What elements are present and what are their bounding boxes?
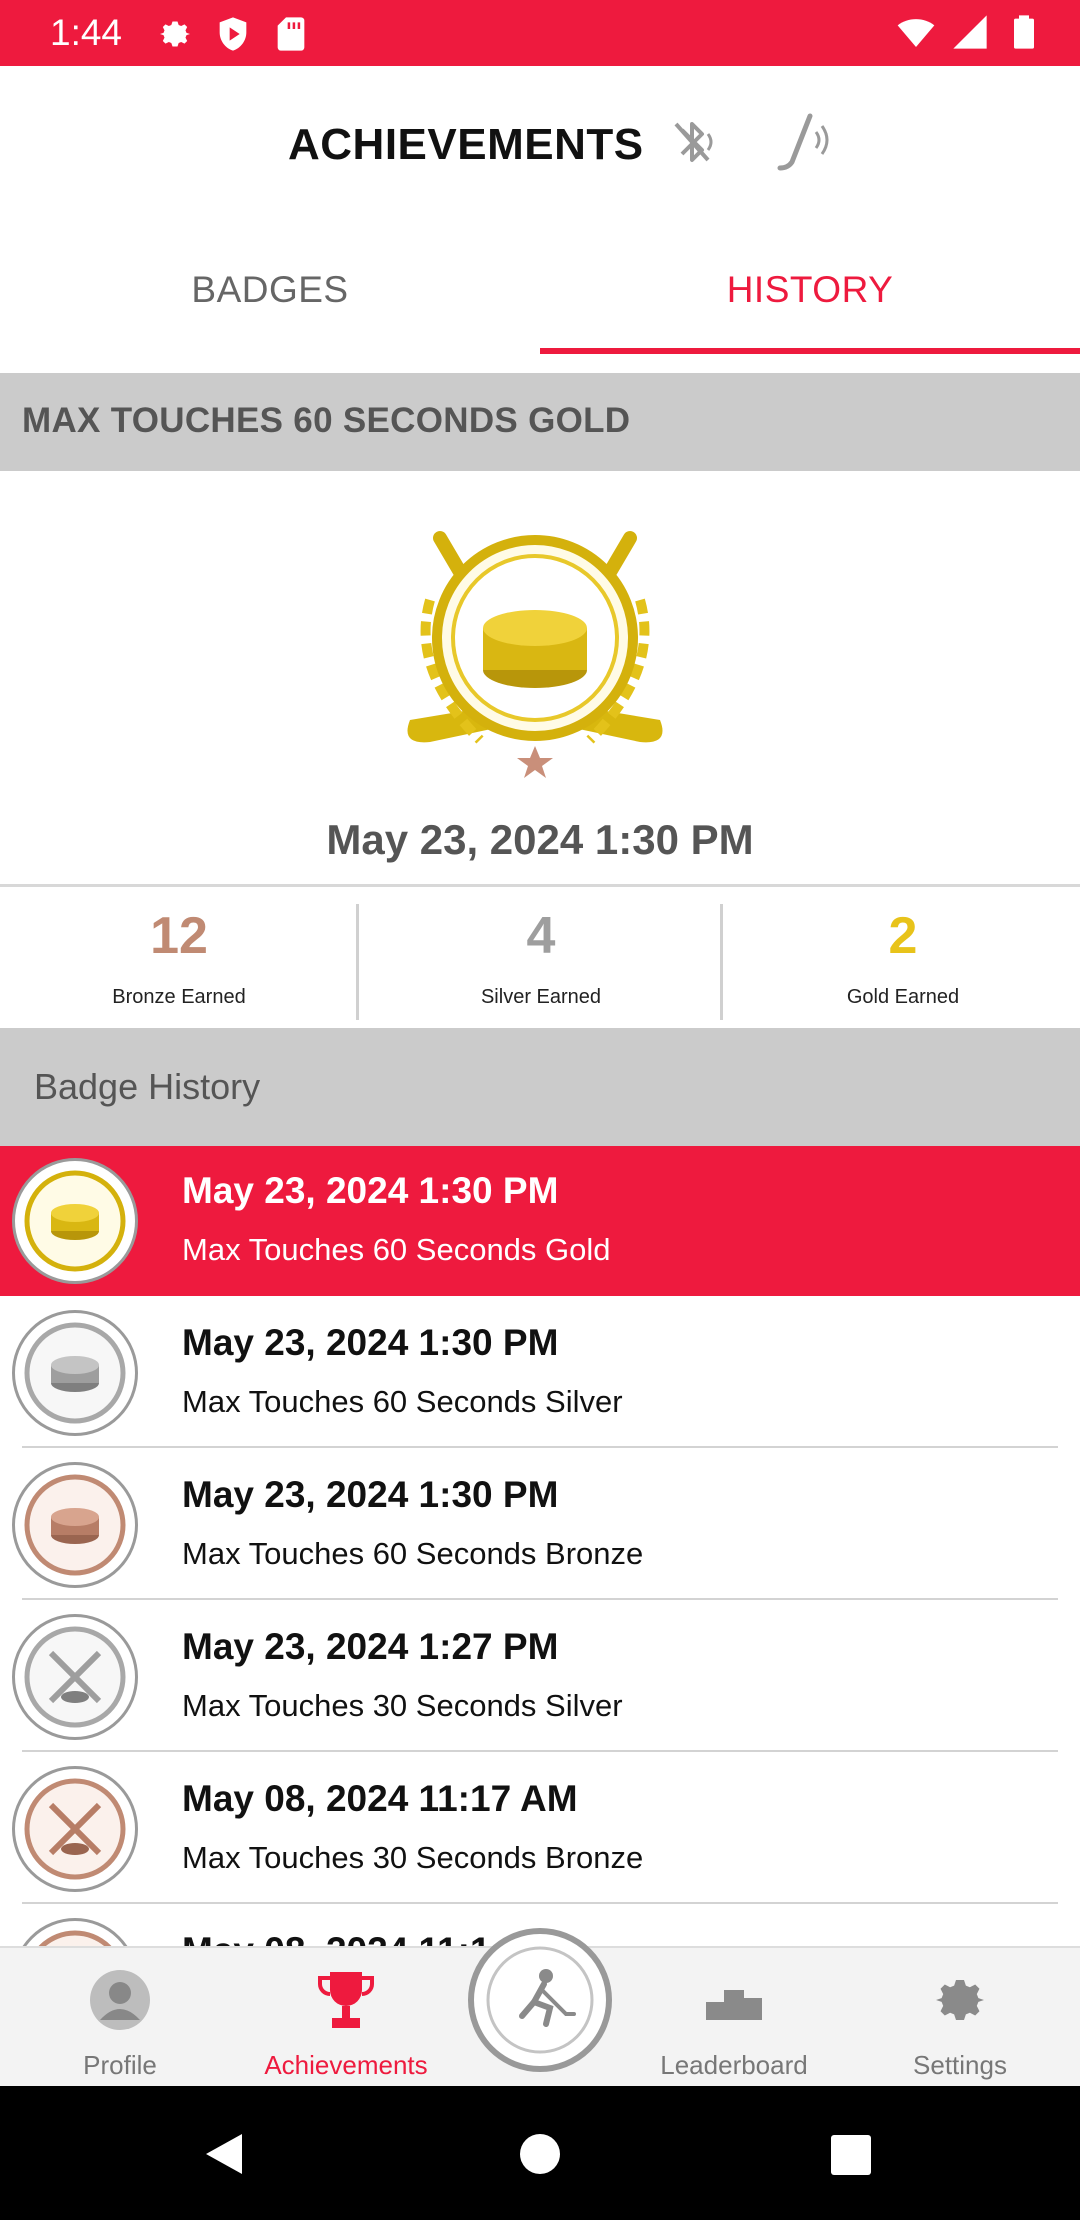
hockey-stick-sensor-icon[interactable]: [774, 110, 834, 174]
nav-profile[interactable]: Profile: [12, 1948, 228, 2088]
list-item[interactable]: May 23, 2024 1:27 PM Max Touches 30 Seco…: [0, 1602, 1080, 1752]
silver-badge-icon: [12, 1310, 138, 1436]
status-notification-icons: [155, 14, 311, 54]
row-separator: [22, 1446, 1058, 1448]
nav-settings-label: Settings: [913, 2050, 1007, 2080]
list-item[interactable]: May 23, 2024 1:30 PM Max Touches 60 Seco…: [0, 1298, 1080, 1448]
profile-icon: [90, 1970, 150, 2030]
status-time: 1:44: [50, 12, 123, 53]
wifi-icon: [897, 19, 935, 47]
silver-stat: 4 Silver Earned: [362, 888, 720, 1026]
nav-profile-label: Profile: [83, 2050, 157, 2080]
row-separator: [22, 1902, 1058, 1904]
shield-play-icon: [219, 17, 247, 51]
recents-icon[interactable]: [830, 2134, 872, 2176]
silver-sticks-badge-icon: [12, 1614, 138, 1740]
nav-achievements-label: Achievements: [264, 2050, 428, 2080]
list-item[interactable]: May 08, 2024 11:17 AM Max Touches 30 Sec…: [0, 1754, 1080, 1904]
system-navigation-bar: [0, 2086, 1080, 2220]
tab-history[interactable]: HISTORY: [540, 226, 1080, 354]
page-title: ACHIEVEMENTS: [288, 120, 644, 169]
trophy-icon: [318, 1972, 374, 2028]
silver-count: 4: [526, 907, 556, 965]
bluetooth-disabled-icon[interactable]: [664, 112, 724, 172]
gold-badge-icon: [12, 1158, 138, 1284]
status-bar: 1:44: [0, 0, 1080, 66]
divider: [0, 884, 1080, 887]
history-item-date: May 23, 2024 1:30 PM: [182, 1170, 559, 1211]
battery-icon: [1014, 15, 1034, 49]
gear-icon: [936, 1980, 984, 2020]
featured-badge-title-bar: MAX TOUCHES 60 SECONDS GOLD: [0, 373, 1080, 471]
history-item-name: Max Touches 60 Seconds Bronze: [182, 1536, 644, 1571]
podium-icon: [706, 1990, 762, 2020]
stat-divider: [720, 904, 723, 1020]
history-item-date: May 23, 2024 1:30 PM: [182, 1474, 559, 1515]
nav-leaderboard-label: Leaderboard: [660, 2050, 808, 2080]
silver-label: Silver Earned: [480, 986, 602, 1008]
home-icon[interactable]: [518, 2132, 562, 2176]
gold-count: 2: [888, 907, 918, 965]
gold-stat: 2 Gold Earned: [724, 888, 1080, 1026]
back-icon[interactable]: [202, 2132, 246, 2176]
signal-icon: [953, 15, 987, 49]
history-item-name: Max Touches 30 Seconds Bronze: [182, 1840, 644, 1875]
badge-history-heading: Badge History: [34, 1066, 261, 1107]
featured-badge-title: MAX TOUCHES 60 SECONDS GOLD: [22, 401, 631, 440]
badge-history-header: Badge History: [0, 1028, 1080, 1146]
row-separator: [22, 1750, 1058, 1752]
gold-label: Gold Earned: [846, 986, 960, 1008]
earned-stats: 12 Bronze Earned 4 Silver Earned 2 Gold …: [0, 888, 1080, 1026]
train-fab-button[interactable]: [468, 1928, 612, 2072]
bronze-stat: 12 Bronze Earned: [0, 888, 358, 1026]
tab-bar: BADGES HISTORY: [0, 226, 1080, 354]
history-item-date: May 23, 2024 1:30 PM: [182, 1322, 559, 1363]
list-item[interactable]: May 23, 2024 1:30 PM Max Touches 60 Seco…: [0, 1450, 1080, 1600]
history-item-date: May 08, 2024 11:17 AM: [182, 1778, 578, 1819]
tab-badges[interactable]: BADGES: [0, 226, 540, 354]
badge-history-list[interactable]: May 23, 2024 1:30 PM Max Touches 60 Seco…: [0, 1146, 1080, 1946]
stat-divider: [356, 904, 359, 1020]
history-item-name: Max Touches 30 Seconds Silver: [182, 1688, 623, 1723]
bronze-sticks-badge-icon: [12, 1766, 138, 1892]
sd-card-icon: [277, 17, 305, 51]
bronze-count: 12: [150, 907, 208, 965]
bronze-label: Bronze Earned: [112, 986, 246, 1008]
nav-settings[interactable]: Settings: [852, 1948, 1068, 2088]
row-separator: [22, 1598, 1058, 1600]
status-system-icons: [896, 12, 1044, 52]
history-item-date: May 23, 2024 1:27 PM: [182, 1626, 559, 1667]
active-tab-indicator: [540, 348, 1080, 354]
nav-achievements[interactable]: Achievements: [238, 1948, 454, 2088]
hockey-player-icon: [486, 1946, 594, 2054]
list-item[interactable]: May 23, 2024 1:30 PM Max Touches 60 Seco…: [0, 1146, 1080, 1296]
bronze-badge-icon: [12, 1462, 138, 1588]
nav-leaderboard[interactable]: Leaderboard: [626, 1948, 842, 2088]
gold-puck-badge-icon: [407, 531, 663, 778]
history-item-name: Max Touches 60 Seconds Silver: [182, 1384, 623, 1419]
featured-badge-date: May 23, 2024 1:30 PM: [326, 816, 754, 863]
history-item-name: Max Touches 60 Seconds Gold: [182, 1232, 611, 1267]
settings-icon: [160, 21, 190, 47]
bronze-badge-icon: [12, 1918, 138, 1946]
